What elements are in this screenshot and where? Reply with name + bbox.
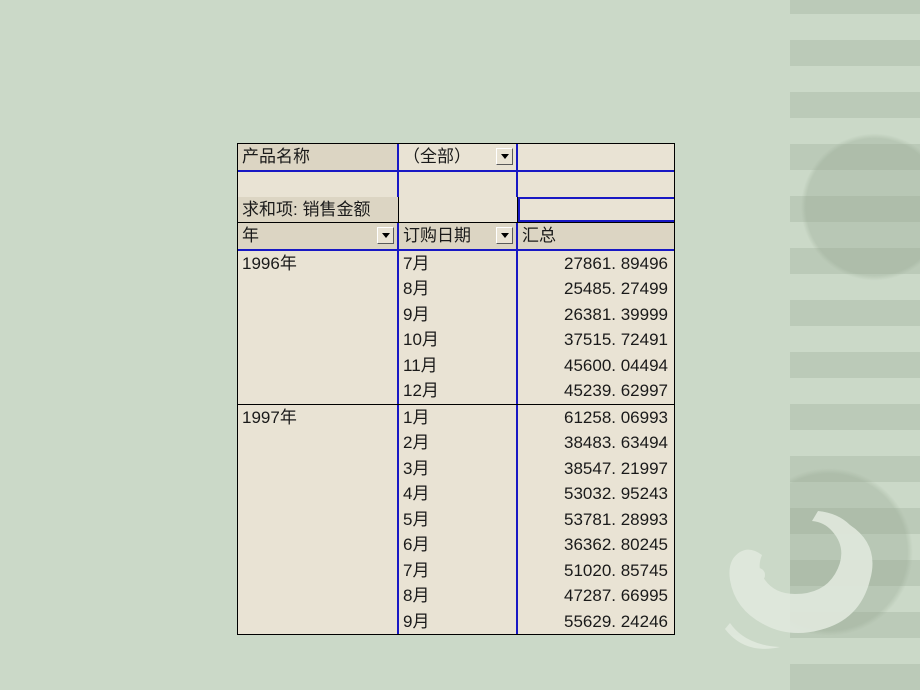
table-row: 2月38483. 63494: [399, 430, 674, 456]
chevron-down-icon[interactable]: [496, 227, 513, 244]
month-cell: 3月: [399, 456, 518, 482]
spacer-cell: [238, 172, 399, 197]
month-cell: 7月: [399, 558, 518, 584]
blank-cell: [518, 144, 674, 170]
value-cell: 26381. 39999: [518, 302, 674, 328]
month-cell: 4月: [399, 481, 518, 507]
month-cell: 9月: [399, 302, 518, 328]
value-cell: 45600. 04494: [518, 353, 674, 379]
value-cell: 37515. 72491: [518, 327, 674, 353]
table-row: 6月36362. 80245: [399, 532, 674, 558]
value-cell: 36362. 80245: [518, 532, 674, 558]
month-cell: 8月: [399, 276, 518, 302]
month-cell: 6月: [399, 532, 518, 558]
header-order-date[interactable]: 订购日期: [399, 223, 518, 249]
value-cell: 47287. 66995: [518, 583, 674, 609]
header-year[interactable]: 年: [238, 223, 399, 249]
header-order-date-label: 订购日期: [403, 223, 471, 249]
table-row: 8月25485. 27499: [399, 276, 674, 302]
filter-value-dropdown[interactable]: （全部）: [399, 144, 518, 170]
value-cell: 51020. 85745: [518, 558, 674, 584]
table-row: 5月53781. 28993: [399, 507, 674, 533]
table-row: 3月38547. 21997: [399, 456, 674, 482]
month-cell: 5月: [399, 507, 518, 533]
spacer-cell: [518, 172, 674, 197]
year-group: 1996年7月27861. 894968月25485. 274999月26381…: [238, 251, 674, 405]
table-row: 9月55629. 24246: [399, 609, 674, 635]
month-cell: 9月: [399, 609, 518, 635]
value-cell: 45239. 62997: [518, 378, 674, 404]
month-block: 1月61258. 069932月38483. 634943月38547. 219…: [399, 405, 674, 635]
month-cell: 1月: [399, 405, 518, 431]
value-cell: 38547. 21997: [518, 456, 674, 482]
measure-label: 求和项: 销售金额: [238, 197, 399, 223]
month-cell: 7月: [399, 251, 518, 277]
filter-value-text: （全部）: [403, 144, 471, 170]
blank-cell: [399, 197, 518, 223]
value-cell: 53032. 95243: [518, 481, 674, 507]
table-row: 12月45239. 62997: [399, 378, 674, 404]
value-cell: 27861. 89496: [518, 251, 674, 277]
month-cell: 11月: [399, 353, 518, 379]
decorative-band: [790, 0, 920, 690]
value-cell: 38483. 63494: [518, 430, 674, 456]
year-cell: 1996年: [238, 251, 399, 404]
table-row: 7月51020. 85745: [399, 558, 674, 584]
blank-cell-highlight: [518, 197, 674, 223]
month-cell: 8月: [399, 583, 518, 609]
table-row: 1月61258. 06993: [399, 405, 674, 431]
header-year-label: 年: [242, 223, 259, 249]
header-total: 汇总: [518, 223, 674, 249]
year-cell: 1997年: [238, 405, 399, 635]
value-cell: 61258. 06993: [518, 405, 674, 431]
spacer-cell: [399, 172, 518, 197]
table-row: 4月53032. 95243: [399, 481, 674, 507]
month-cell: 2月: [399, 430, 518, 456]
chevron-down-icon[interactable]: [496, 148, 513, 165]
value-cell: 25485. 27499: [518, 276, 674, 302]
table-row: 9月26381. 39999: [399, 302, 674, 328]
value-cell: 55629. 24246: [518, 609, 674, 635]
table-row: 8月47287. 66995: [399, 583, 674, 609]
month-cell: 12月: [399, 378, 518, 404]
month-block: 7月27861. 894968月25485. 274999月26381. 399…: [399, 251, 674, 404]
value-cell: 53781. 28993: [518, 507, 674, 533]
filter-field-label: 产品名称: [238, 144, 399, 170]
table-row: 10月37515. 72491: [399, 327, 674, 353]
pivot-table: 产品名称 （全部） 求和项: 销售金额 年 订购日期 汇总 1996年7月278…: [238, 144, 674, 634]
table-row: 11月45600. 04494: [399, 353, 674, 379]
chevron-down-icon[interactable]: [377, 227, 394, 244]
data-body: 1996年7月27861. 894968月25485. 274999月26381…: [238, 251, 674, 635]
year-group: 1997年1月61258. 069932月38483. 634943月38547…: [238, 405, 674, 635]
table-row: 7月27861. 89496: [399, 251, 674, 277]
month-cell: 10月: [399, 327, 518, 353]
